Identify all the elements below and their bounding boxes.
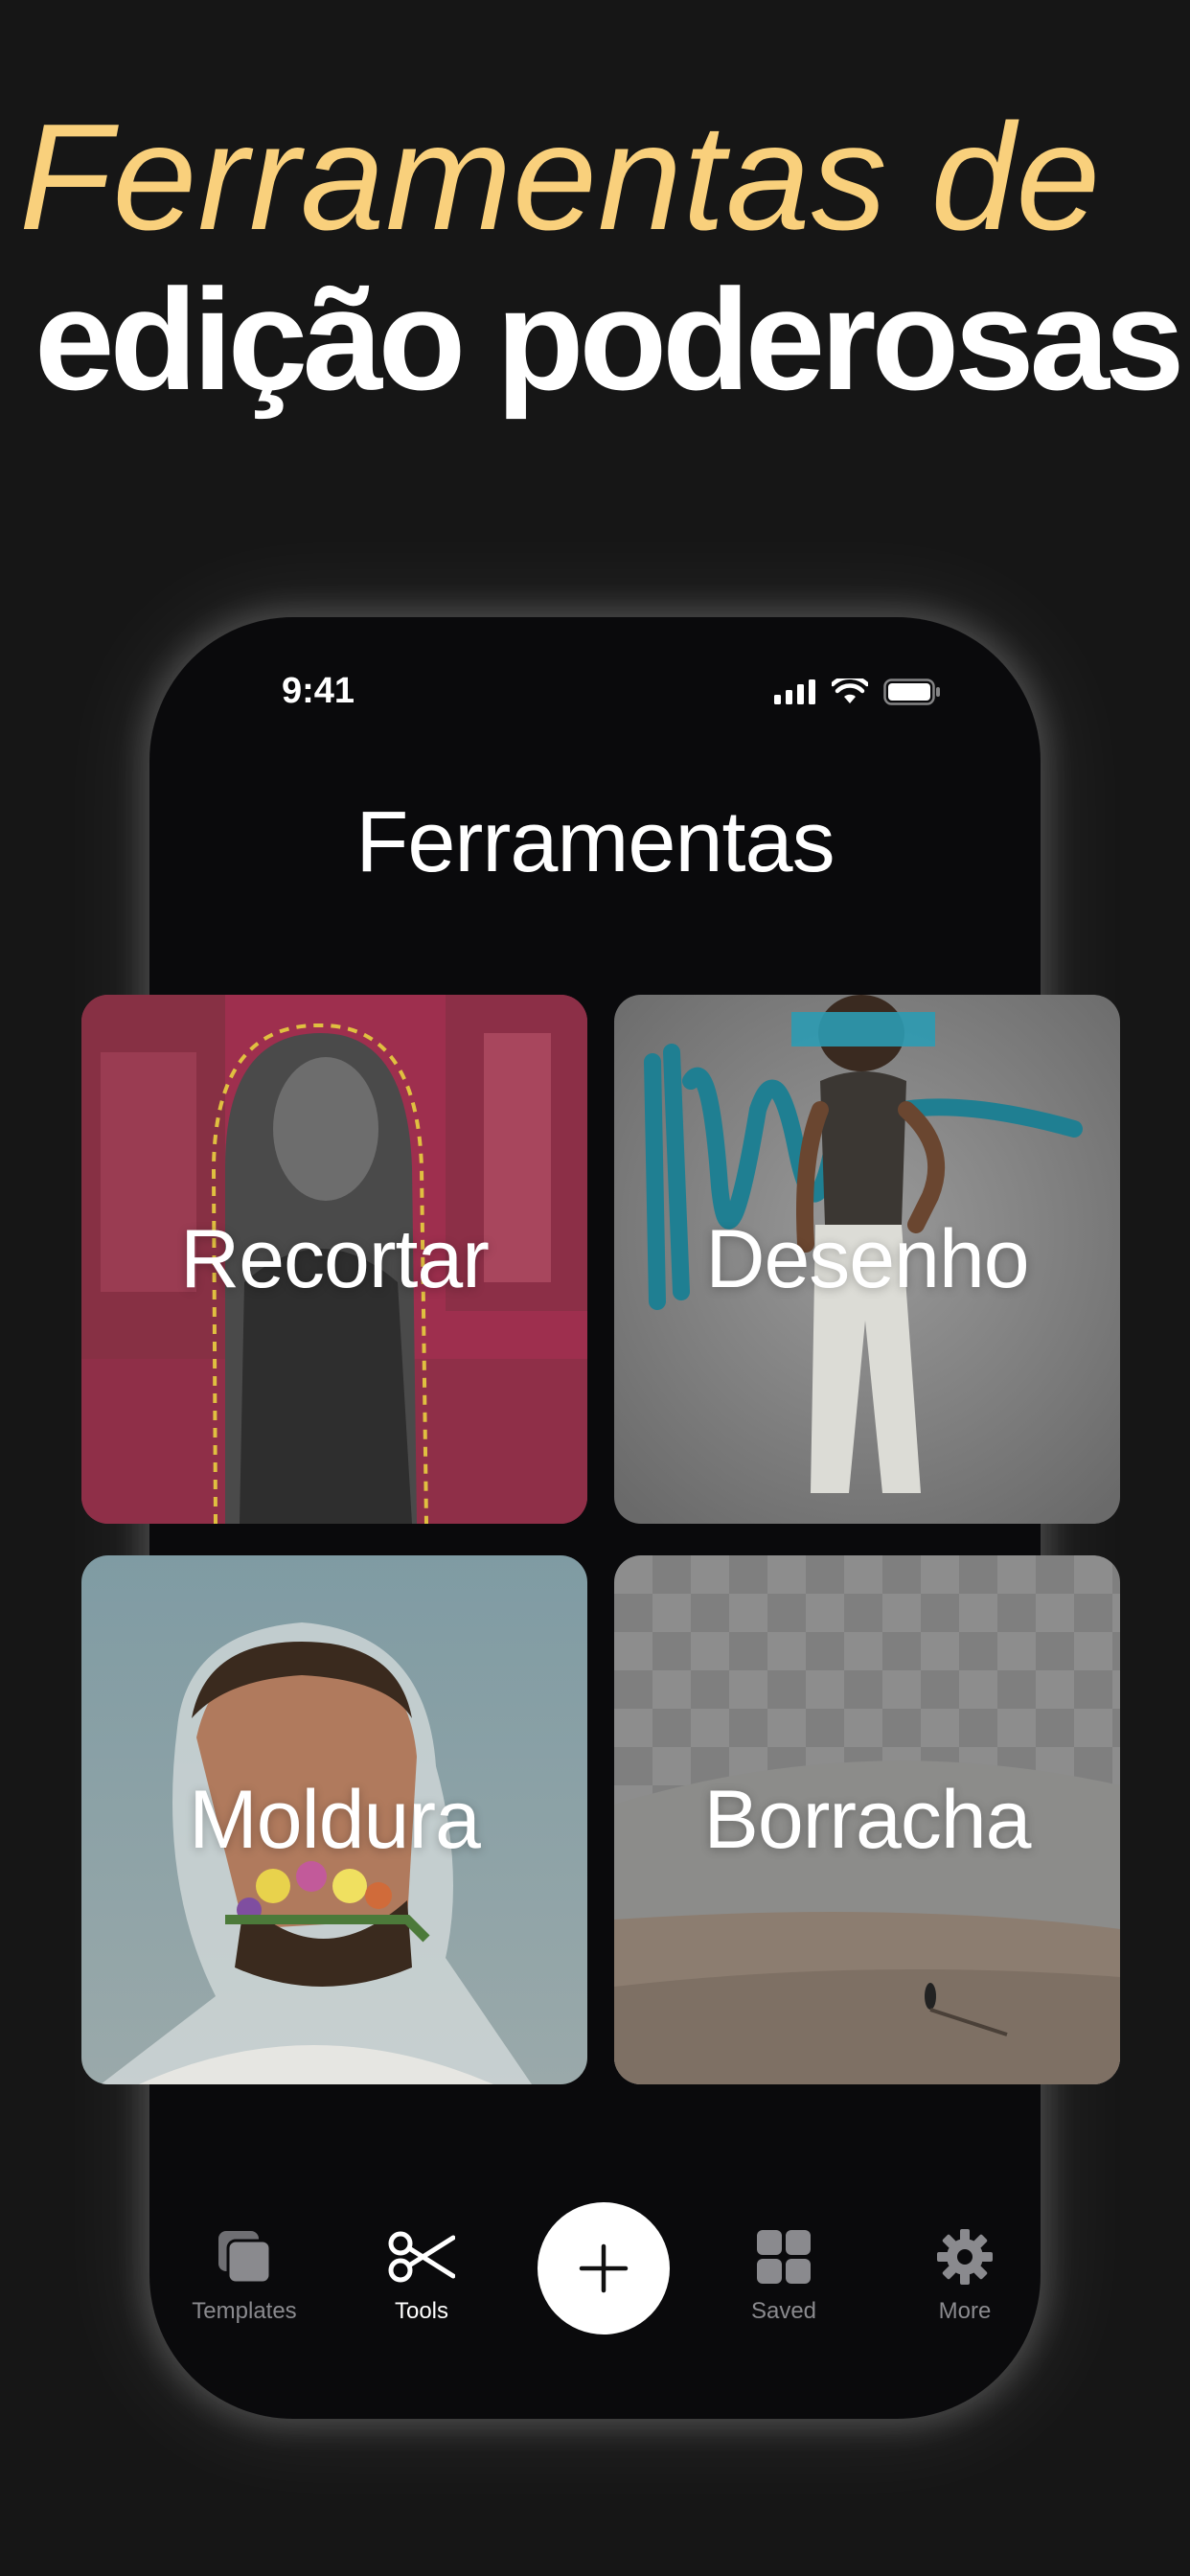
tab-label-templates: Templates [192, 2298, 297, 2324]
wifi-icon [832, 678, 868, 703]
tool-card-desenho[interactable]: Desenho [614, 995, 1120, 1524]
tool-label-moldura: Moldura [189, 1773, 481, 1866]
headline-line-1: Ferramentas de [19, 93, 1102, 262]
tab-label-tools: Tools [394, 2298, 449, 2324]
screen-title: Ferramentas [355, 794, 835, 890]
tool-card-borracha[interactable]: Borracha [614, 1555, 1120, 2084]
tool-label-recortar: Recortar [180, 1212, 490, 1305]
add-button[interactable] [538, 2202, 670, 2334]
headline: Ferramentas de edição poderosas [0, 96, 1190, 420]
status-icons [774, 678, 941, 705]
headline-line-2: edição poderosas [34, 259, 1184, 420]
status-time: 9:41 [282, 671, 355, 711]
gear-icon [937, 2229, 993, 2285]
grid-icon [757, 2230, 811, 2284]
tab-saved[interactable]: Saved [707, 2223, 860, 2325]
cellular-signal-icon [774, 679, 815, 704]
tab-bar: Templates Tools Saved More [149, 2185, 1041, 2377]
tool-label-desenho: Desenho [705, 1212, 1029, 1305]
tab-tools[interactable]: Tools [345, 2223, 498, 2325]
tab-label-saved: Saved [750, 2298, 817, 2324]
tab-more[interactable]: More [888, 2223, 1041, 2325]
tab-templates[interactable]: Templates [168, 2223, 321, 2325]
scissors-icon [388, 2231, 455, 2283]
tool-label-borracha: Borracha [703, 1773, 1032, 1866]
tool-card-moldura[interactable]: Moldura [81, 1555, 587, 2084]
templates-icon [218, 2231, 272, 2285]
plus-icon [579, 2243, 629, 2293]
battery-icon [883, 678, 940, 705]
tool-card-recortar[interactable]: Recortar [81, 995, 587, 1524]
tab-label-more: More [938, 2298, 992, 2324]
